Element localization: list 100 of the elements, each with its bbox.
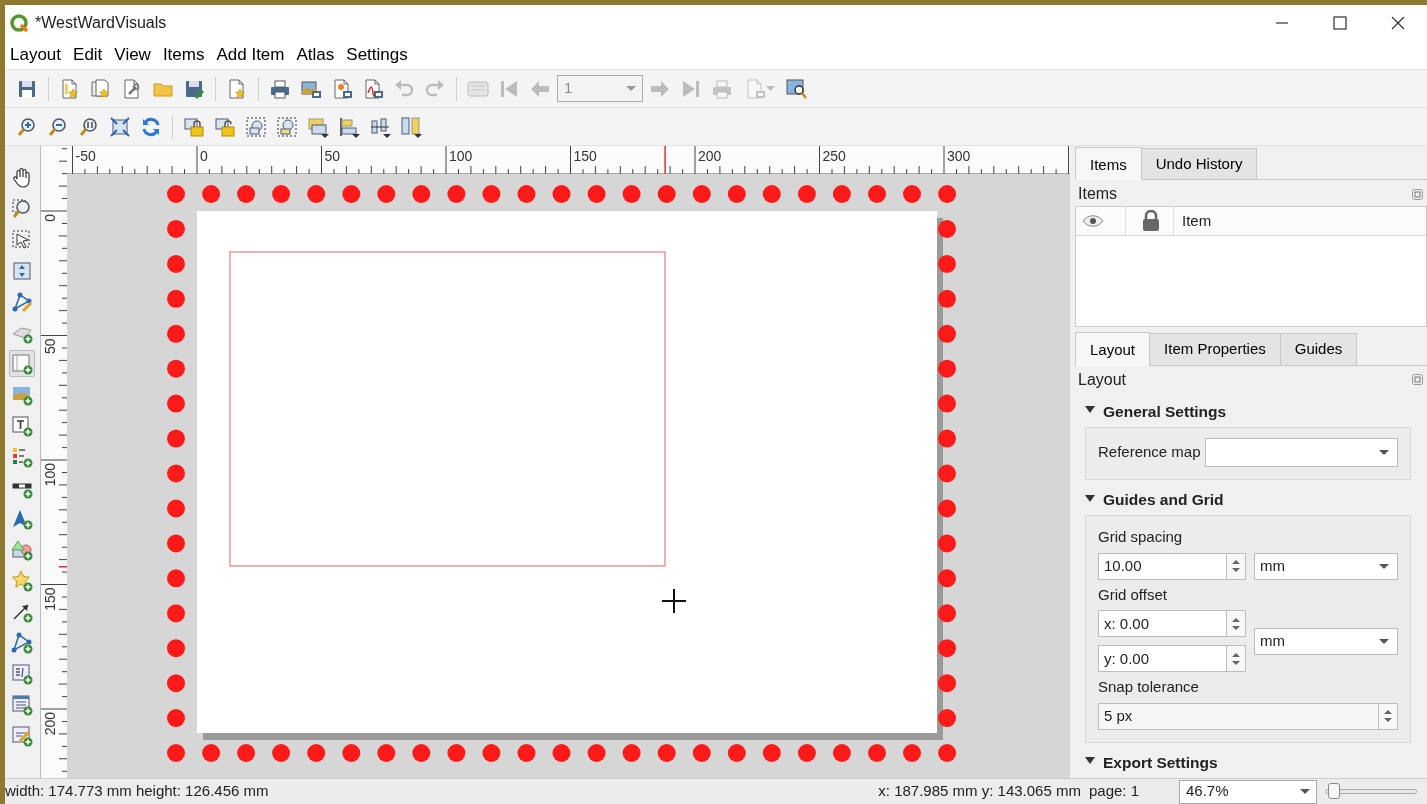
zoom-full-icon [109, 115, 131, 138]
ruler-label: 200 [698, 148, 722, 164]
menu-item[interactable]: Edit [68, 39, 110, 70]
pdf-export-icon [362, 77, 384, 100]
window-title: *WestWardVisuals [35, 12, 167, 33]
page-export-icon [331, 77, 353, 100]
section-header[interactable]: Guides and Grid [1075, 480, 1427, 516]
number-field[interactable]: 5 px [1098, 702, 1379, 730]
slider-handle[interactable] [1328, 782, 1341, 799]
cursor-marker [664, 146, 666, 174]
caret-icon [1300, 789, 1310, 794]
lock-icon [1142, 210, 1160, 232]
add-html-icon [10, 662, 33, 685]
page-star-icon [59, 77, 81, 100]
menu-item[interactable]: Layout [5, 39, 69, 70]
ruler-label: 100 [42, 463, 58, 487]
selection-size-text: width: 174.773 mm height: 126.456 mm [5, 781, 269, 802]
number-field[interactable]: x: 0.00 [1098, 610, 1227, 638]
ruler-label: 250 [822, 148, 846, 164]
menu-item[interactable]: Settings [341, 39, 415, 70]
move-content-icon [10, 259, 33, 282]
panel-tab[interactable]: Item Properties [1149, 333, 1281, 365]
caret-icon [1379, 638, 1389, 644]
ruler-label: 0 [200, 148, 208, 164]
caret-icon [1379, 563, 1389, 569]
ruler-label: 50 [324, 148, 341, 164]
resize-icon [400, 115, 422, 138]
menu-item[interactable]: Atlas [291, 39, 342, 70]
page-text: page: 1 [1088, 781, 1139, 802]
add-label-icon [10, 414, 33, 437]
panel-tab[interactable]: Layout [1075, 332, 1151, 366]
number-field[interactable]: y: 0.00 [1098, 645, 1227, 673]
zoom-actual-size-icon [78, 115, 100, 138]
close-icon [1390, 14, 1406, 31]
ruler-label: 50 [42, 338, 58, 355]
menu-item[interactable]: Add Item [211, 39, 292, 70]
caret-icon [765, 86, 775, 91]
section-header[interactable]: Export Settings [1075, 742, 1427, 778]
add-map-icon [10, 352, 33, 375]
panel-title: Layout [1078, 369, 1127, 390]
ruler-label: -50 [75, 148, 96, 164]
section-title: Guides and Grid [1103, 490, 1224, 510]
spin-buttons[interactable] [1379, 702, 1398, 730]
number-field[interactable]: 10.00 [1098, 552, 1227, 580]
edit-nodes-icon [10, 290, 33, 313]
caret-icon [1379, 450, 1389, 455]
menu-item[interactable]: Items [157, 39, 212, 70]
column-header: Item [1181, 210, 1213, 231]
add-legend-icon [10, 445, 33, 468]
section-title: General Settings [1103, 401, 1227, 422]
zoom-out-icon [47, 115, 69, 138]
unit-dropdown[interactable]: mm [1254, 627, 1398, 655]
map-magnifier-icon [785, 77, 807, 100]
undock-icon [1412, 188, 1423, 200]
panel-tab[interactable]: Guides [1279, 333, 1358, 365]
unlock-icon [214, 115, 236, 138]
ruler-label: 150 [42, 587, 58, 611]
panel-tab[interactable]: Items [1075, 146, 1142, 180]
group-icon [245, 115, 267, 138]
zoom-slider[interactable] [1325, 782, 1417, 801]
ungroup-icon [276, 115, 298, 138]
zoom-icon [10, 197, 33, 220]
spin-buttons[interactable] [1227, 610, 1246, 638]
hand-icon [10, 166, 33, 189]
spin-buttons[interactable] [1227, 645, 1246, 673]
menu-item[interactable]: View [109, 39, 158, 70]
pages-icon [90, 77, 112, 100]
lock-icon [183, 115, 205, 138]
add-node-item-icon [10, 631, 33, 654]
field-label: Grid offset [1098, 584, 1168, 605]
crosshair-cursor-icon [661, 588, 687, 614]
section-header[interactable]: General Settings [1075, 391, 1427, 427]
spin-buttons[interactable] [1227, 552, 1246, 580]
zoom-dropdown[interactable]: 46.7% [1179, 779, 1317, 804]
add-shape-icon [10, 538, 33, 561]
align-icon [338, 115, 360, 138]
page-star-icon [226, 77, 248, 100]
printer-icon [269, 77, 291, 100]
field-label: Grid spacing [1098, 527, 1184, 548]
ruler-label: 0 [42, 214, 58, 222]
unit-dropdown[interactable]: mm [1254, 552, 1398, 580]
zoom-in-icon [16, 115, 38, 138]
add-star-icon [10, 569, 33, 592]
add-fixed-table-icon [10, 724, 33, 747]
cursor-marker [58, 566, 68, 568]
cursor-position-text: x: 187.985 mm y: 143.065 mm [878, 781, 1081, 802]
raise-icon [307, 115, 329, 138]
undock-icon [1412, 374, 1423, 386]
panel-title: Items [1078, 184, 1118, 204]
minimize-icon [1274, 21, 1290, 24]
printer-icon [711, 77, 733, 100]
ruler-label: 100 [449, 148, 473, 164]
field-label: Snap tolerance [1098, 677, 1200, 698]
panel-tab[interactable]: Undo History [1140, 147, 1258, 179]
maximize-icon [1332, 14, 1348, 31]
add-table-icon [10, 693, 33, 716]
eye-icon [1082, 214, 1104, 228]
caret-icon [626, 86, 636, 91]
ruler-label: 150 [573, 148, 597, 164]
ruler-label: 200 [42, 712, 58, 736]
